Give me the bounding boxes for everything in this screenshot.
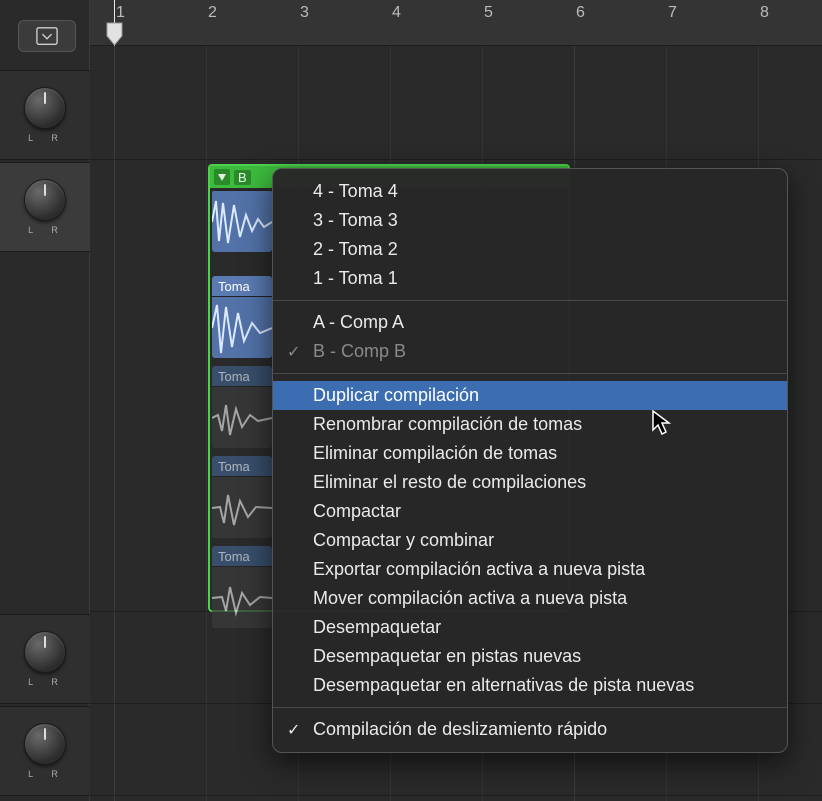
take-label: Toma xyxy=(212,456,272,476)
take-region[interactable] xyxy=(212,190,272,252)
menu-item-desempaquetar[interactable]: Desempaquetar xyxy=(273,613,787,642)
waveform-icon xyxy=(212,567,272,628)
pan-knob[interactable] xyxy=(24,87,66,129)
menu-item-eliminar-resto[interactable]: Eliminar el resto de compilaciones xyxy=(273,468,787,497)
chevron-down-box-icon xyxy=(36,26,58,46)
take-region[interactable]: Toma xyxy=(212,276,272,358)
ruler-tick: 6 xyxy=(576,4,585,22)
take-folder-context-menu: 4 - Toma 4 3 - Toma 3 2 - Toma 2 1 - Tom… xyxy=(272,168,788,753)
menu-item-comp-b[interactable]: B - Comp B xyxy=(273,337,787,366)
ruler-tick: 4 xyxy=(392,4,401,22)
waveform-icon xyxy=(212,477,272,538)
take-label: Toma xyxy=(212,546,272,566)
ruler-tick: 7 xyxy=(668,4,677,22)
menu-item-desempaquetar-alt[interactable]: Desempaquetar en alternativas de pista n… xyxy=(273,671,787,700)
pan-label: L R xyxy=(24,769,66,779)
track-header-4[interactable]: L R xyxy=(0,706,90,796)
pan-label: L R xyxy=(24,677,66,687)
left-sidebar: L R L R L R L R xyxy=(0,0,90,801)
menu-item-compactar[interactable]: Compactar xyxy=(273,497,787,526)
ruler-tick: 5 xyxy=(484,4,493,22)
menu-item-toma-2[interactable]: 2 - Toma 2 xyxy=(273,235,787,264)
menu-item-toma-4[interactable]: 4 - Toma 4 xyxy=(273,177,787,206)
menu-item-deslizamiento[interactable]: Compilación de deslizamiento rápido xyxy=(273,715,787,744)
view-dropdown-button[interactable] xyxy=(18,20,76,52)
menu-item-mover[interactable]: Mover compilación activa a nueva pista xyxy=(273,584,787,613)
timeline-ruler[interactable]: 1 2 3 4 5 6 7 8 xyxy=(90,0,822,46)
ruler-tick: 2 xyxy=(208,4,217,22)
track-header-1[interactable]: L R xyxy=(0,70,90,160)
ruler-tick: 8 xyxy=(760,4,769,22)
take-folder-disclosure[interactable] xyxy=(214,169,230,185)
take-region[interactable]: Toma xyxy=(212,546,272,628)
take-label: Toma xyxy=(212,366,272,386)
pan-knob[interactable] xyxy=(24,179,66,221)
ruler-tick: 1 xyxy=(116,4,125,22)
pan-label: L R xyxy=(24,133,66,143)
pan-knob[interactable] xyxy=(24,631,66,673)
waveform-icon xyxy=(212,387,272,448)
track-header-3[interactable]: L R xyxy=(0,614,90,704)
menu-separator xyxy=(273,300,787,301)
menu-item-compactar-combinar[interactable]: Compactar y combinar xyxy=(273,526,787,555)
waveform-icon xyxy=(212,297,272,358)
menu-item-comp-a[interactable]: A - Comp A xyxy=(273,308,787,337)
menu-item-toma-1[interactable]: 1 - Toma 1 xyxy=(273,264,787,293)
triangle-down-icon xyxy=(217,172,227,182)
playhead-marker-icon xyxy=(106,22,123,46)
menu-separator xyxy=(273,373,787,374)
take-folder-label: B xyxy=(234,170,251,185)
take-label: Toma xyxy=(212,276,272,296)
menu-item-renombrar[interactable]: Renombrar compilación de tomas xyxy=(273,410,787,439)
menu-item-desempaquetar-nuevas[interactable]: Desempaquetar en pistas nuevas xyxy=(273,642,787,671)
take-region[interactable]: Toma xyxy=(212,366,272,448)
pan-label: L R xyxy=(24,225,66,235)
menu-item-duplicar[interactable]: Duplicar compilación xyxy=(273,381,787,410)
menu-item-eliminar-comp[interactable]: Eliminar compilación de tomas xyxy=(273,439,787,468)
take-region[interactable]: Toma xyxy=(212,456,272,538)
menu-item-toma-3[interactable]: 3 - Toma 3 xyxy=(273,206,787,235)
track-header-2[interactable]: L R xyxy=(0,162,90,252)
menu-item-exportar[interactable]: Exportar compilación activa a nueva pist… xyxy=(273,555,787,584)
ruler-tick: 3 xyxy=(300,4,309,22)
menu-separator xyxy=(273,707,787,708)
waveform-icon xyxy=(212,191,272,252)
pan-knob[interactable] xyxy=(24,723,66,765)
